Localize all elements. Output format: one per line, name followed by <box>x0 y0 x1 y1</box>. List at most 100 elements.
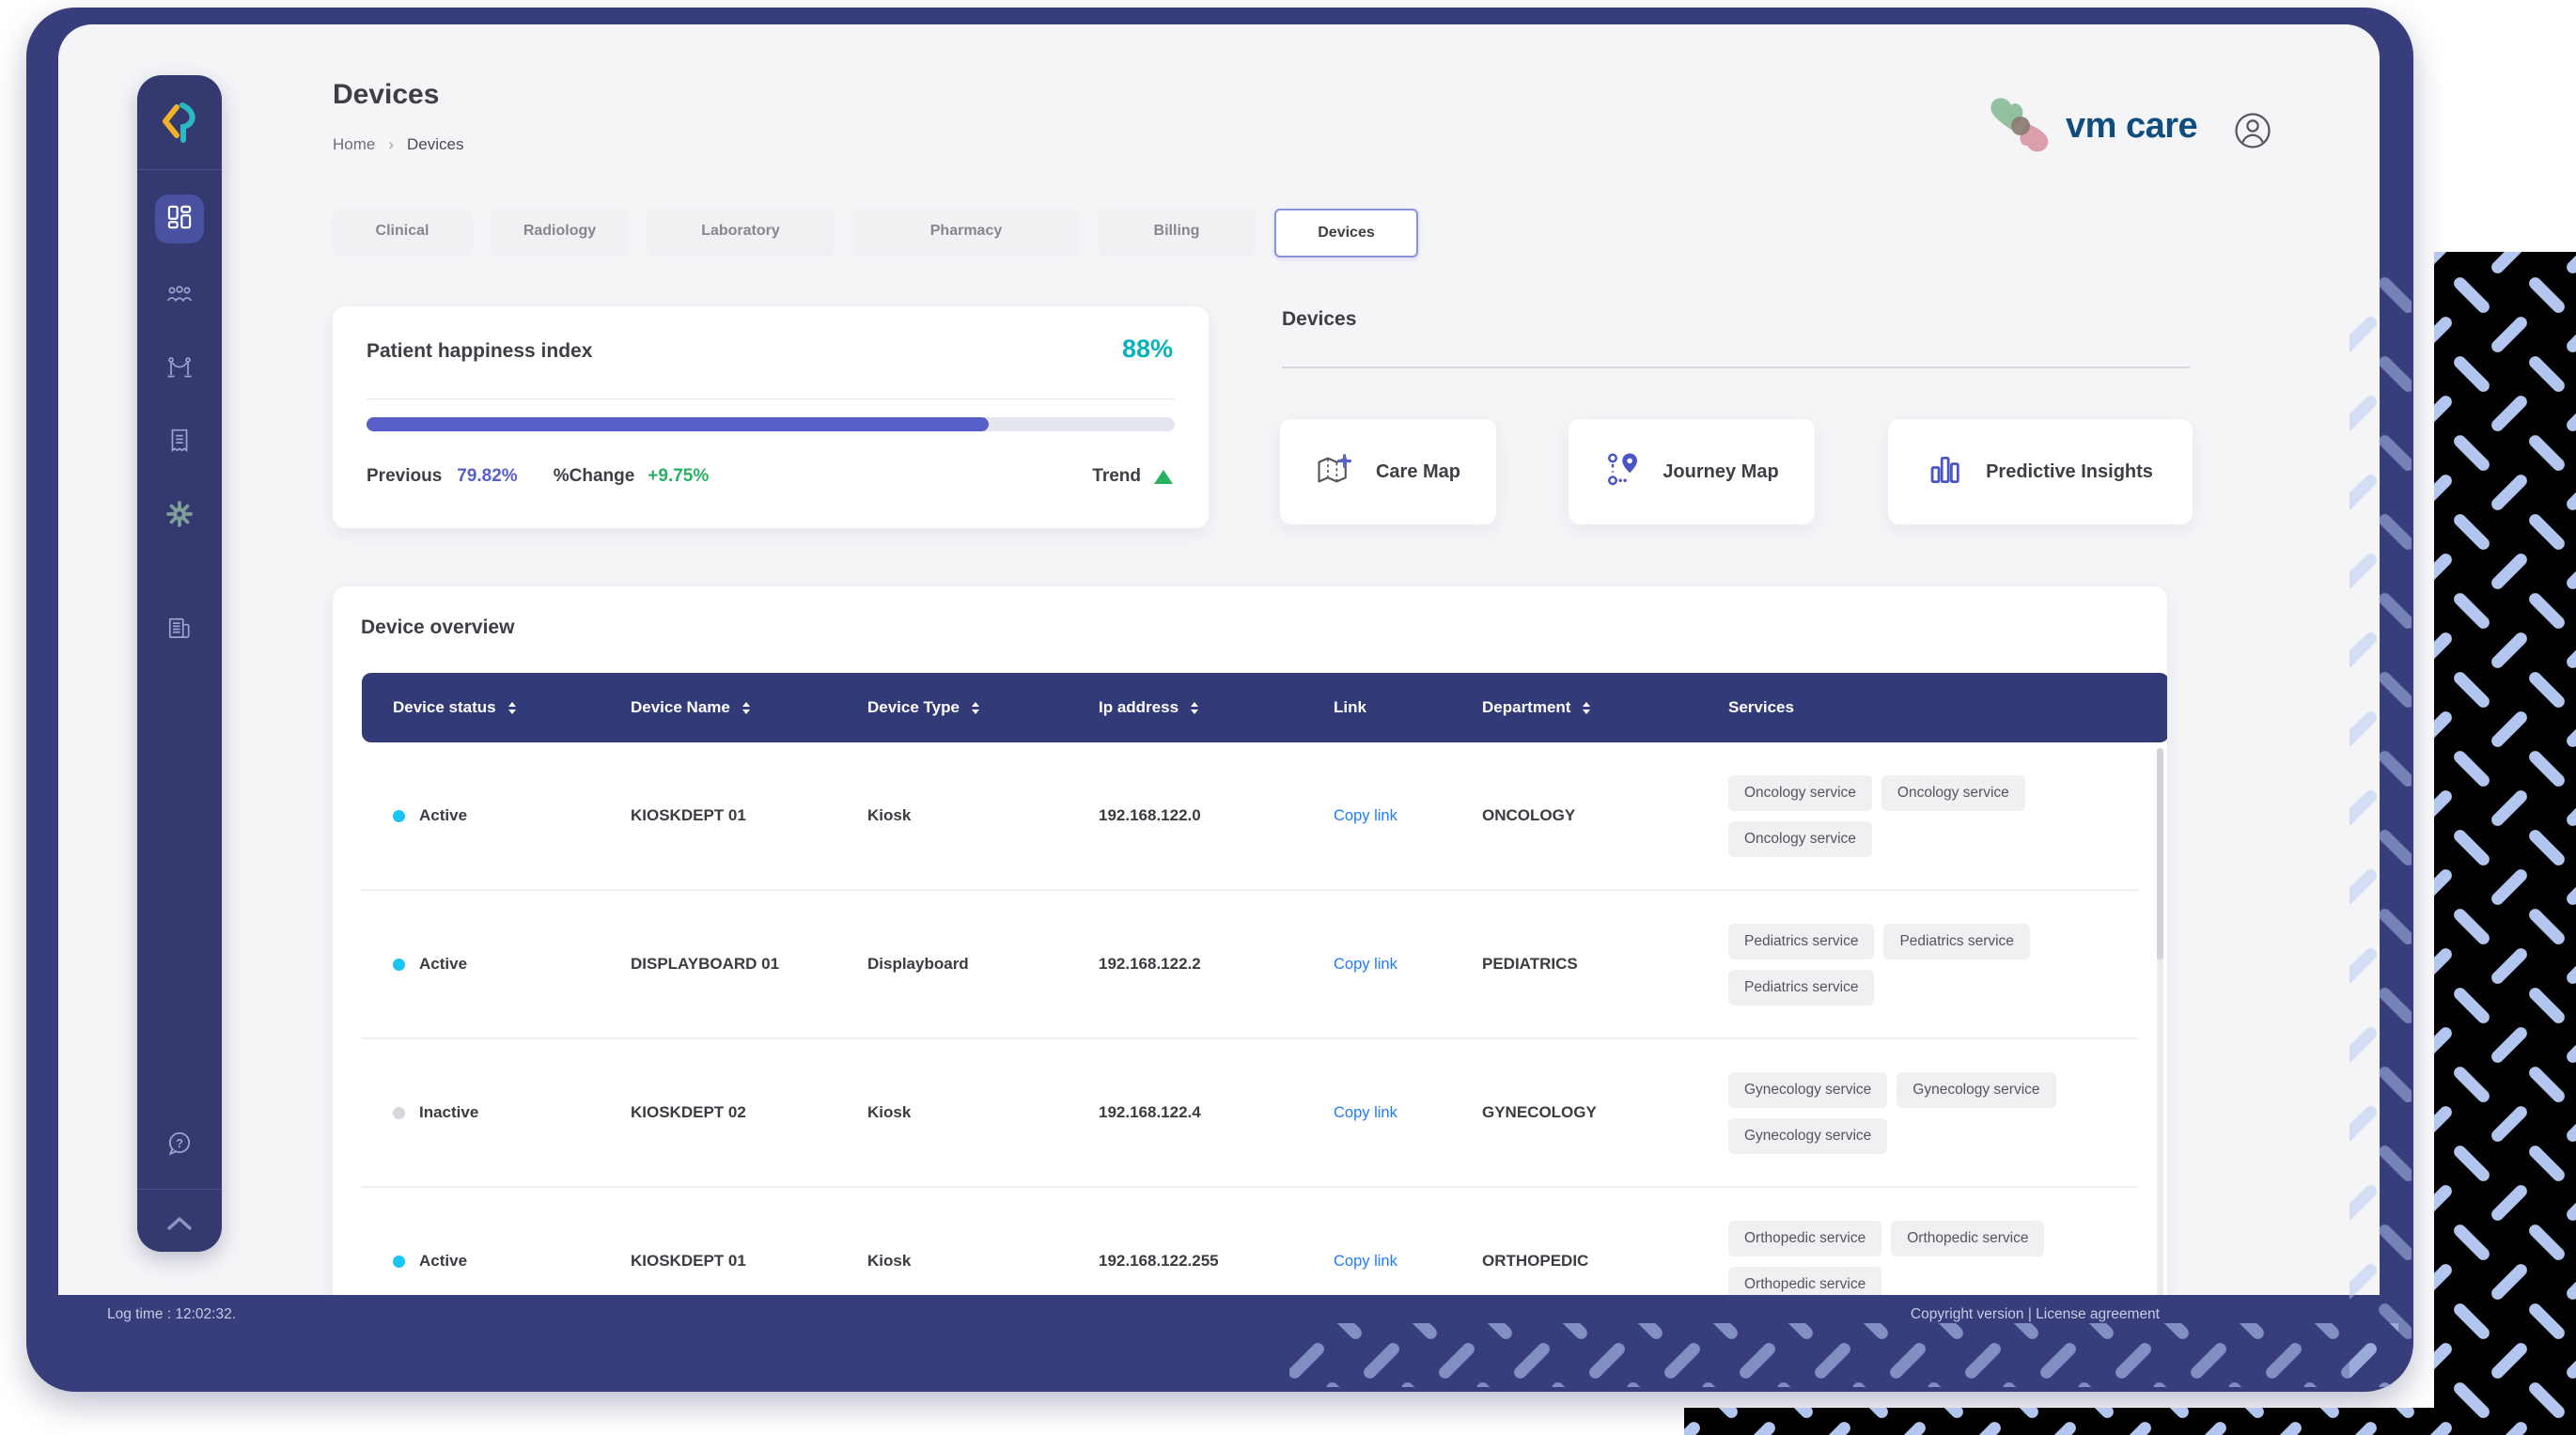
scrollbar-thumb[interactable] <box>2157 748 2163 959</box>
sort-icon <box>972 702 979 714</box>
receipt-icon <box>167 428 192 459</box>
ip-address: 192.168.122.255 <box>1099 1252 1334 1271</box>
department: GYNECOLOGY <box>1482 1103 1708 1122</box>
column-device-status[interactable]: Device status <box>393 698 631 717</box>
module-tabs: Clinical Radiology Laboratory Pharmacy B… <box>333 209 1418 257</box>
sidebar-item-help[interactable]: ? <box>137 1115 222 1176</box>
breadcrumb-home-link[interactable]: Home <box>333 135 375 154</box>
table-body: Active KIOSKDEPT 01 Kiosk 192.168.122.0 … <box>362 742 2138 1295</box>
department: PEDIATRICS <box>1482 955 1708 974</box>
logo-yellow-chevron <box>165 107 177 135</box>
services-chips: Pediatrics service Pediatrics service Pe… <box>1708 911 2097 1019</box>
copy-link-button[interactable]: Copy link <box>1334 807 1482 825</box>
care-map-icon <box>1316 453 1353 491</box>
table-scrollbar[interactable] <box>2157 748 2163 1295</box>
table-row: Active KIOSKDEPT 01 Kiosk 192.168.122.25… <box>362 1188 2138 1295</box>
table-row: Inactive KIOSKDEPT 02 Kiosk 192.168.122.… <box>362 1039 2138 1188</box>
footer-log-time: Log time : 12:02:32. <box>107 1306 236 1323</box>
service-chip: Oncology service <box>1728 775 1872 811</box>
care-map-label: Care Map <box>1376 461 1460 483</box>
status-dot <box>393 1256 405 1268</box>
journey-map-icon <box>1604 451 1640 493</box>
service-chip: Orthopedic service <box>1891 1221 2044 1256</box>
happiness-progress-track <box>367 417 1175 431</box>
footer-legal[interactable]: Copyright version | License agreement <box>1911 1306 2160 1323</box>
status-label: Active <box>419 1252 467 1271</box>
sidebar-divider <box>137 1189 222 1190</box>
settings-gear-icon <box>165 500 194 533</box>
user-avatar-icon[interactable] <box>2233 111 2272 155</box>
breadcrumb-current: Devices <box>407 135 463 154</box>
sidebar-item-receipt[interactable] <box>137 413 222 473</box>
sidebar-item-news[interactable] <box>137 601 222 661</box>
device-overview-card: Device overview Device status Device Nam… <box>333 586 2167 1295</box>
card-divider <box>367 398 1175 399</box>
sidebar: ? <box>137 75 222 1252</box>
journey-map-card[interactable]: Journey Map <box>1569 419 1815 524</box>
sidebar-item-people[interactable] <box>137 266 222 326</box>
trend-indicator: Trend <box>1092 466 1173 487</box>
ip-address: 192.168.122.0 <box>1099 806 1334 825</box>
table-row: Active KIOSKDEPT 01 Kiosk 192.168.122.0 … <box>362 742 2138 891</box>
sidebar-collapse-button[interactable] <box>137 1199 222 1252</box>
predictive-insights-card[interactable]: Predictive Insights <box>1888 419 2193 524</box>
device-type: Kiosk <box>867 1103 1099 1122</box>
happiness-title: Patient happiness index <box>367 340 592 363</box>
column-department[interactable]: Department <box>1482 698 1708 717</box>
sidebar-item-dashboard[interactable] <box>155 195 204 243</box>
copy-link-button[interactable]: Copy link <box>1334 1253 1482 1271</box>
tab-laboratory[interactable]: Laboratory <box>648 209 834 254</box>
tab-billing[interactable]: Billing <box>1099 209 1255 254</box>
tab-pharmacy[interactable]: Pharmacy <box>853 209 1079 254</box>
services-chips: Gynecology service Gynecology service Gy… <box>1708 1059 2097 1167</box>
tab-radiology[interactable]: Radiology <box>492 209 628 254</box>
device-name: DISPLAYBOARD 01 <box>631 955 867 974</box>
ip-address: 192.168.122.2 <box>1099 955 1334 974</box>
sidebar-item-settings[interactable] <box>137 486 222 546</box>
service-chip: Oncology service <box>1728 821 1872 857</box>
app-logo <box>137 75 222 170</box>
service-chip: Orthopedic service <box>1728 1267 1881 1296</box>
sort-icon <box>1191 702 1198 714</box>
trend-up-icon <box>1154 470 1173 484</box>
brand-logo: vm care <box>1987 92 2197 160</box>
care-map-card[interactable]: Care Map <box>1280 419 1496 524</box>
status-dot <box>393 810 405 822</box>
device-type: Kiosk <box>867 1252 1099 1271</box>
device-type: Displayboard <box>867 955 1099 974</box>
help-icon: ? <box>165 1130 194 1162</box>
devices-section-title: Devices <box>1282 308 1356 331</box>
app-window-frame: ? Devices Home › Devices <box>26 8 2413 1392</box>
sidebar-item-queue[interactable] <box>137 339 222 399</box>
column-ip-address[interactable]: Ip address <box>1099 698 1334 717</box>
services-chips: Orthopedic service Orthopedic service Or… <box>1708 1208 2097 1296</box>
brand-wordmark: vm care <box>2066 106 2197 147</box>
collapse-chevron-up-icon <box>165 1215 194 1237</box>
change-value: +9.75% <box>648 466 709 487</box>
tab-clinical[interactable]: Clinical <box>333 209 472 254</box>
news-icon <box>166 616 193 646</box>
trend-label: Trend <box>1092 466 1141 487</box>
service-chip: Gynecology service <box>1897 1072 2055 1108</box>
main-content-area: ? Devices Home › Devices <box>58 24 2380 1295</box>
device-overview-title: Device overview <box>361 616 514 639</box>
happiness-progress-fill <box>367 417 989 431</box>
status-label: Active <box>419 955 467 974</box>
copy-link-button[interactable]: Copy link <box>1334 1104 1482 1122</box>
column-device-type[interactable]: Device Type <box>867 698 1099 717</box>
svg-text:?: ? <box>176 1135 183 1149</box>
service-chip: Pediatrics service <box>1883 924 2029 959</box>
happiness-stats: Previous 79.82% %Change +9.75% <box>367 466 709 487</box>
status-label: Inactive <box>419 1103 478 1122</box>
column-device-name[interactable]: Device Name <box>631 698 867 717</box>
service-chip: Gynecology service <box>1728 1072 1887 1108</box>
service-chip: Orthopedic service <box>1728 1221 1881 1256</box>
table-row: Active DISPLAYBOARD 01 Displayboard 192.… <box>362 891 2138 1039</box>
service-chip: Pediatrics service <box>1728 970 1874 1006</box>
department: ONCOLOGY <box>1482 806 1708 825</box>
device-type: Kiosk <box>867 806 1099 825</box>
breadcrumb: Home › Devices <box>333 135 464 154</box>
copy-link-button[interactable]: Copy link <box>1334 956 1482 974</box>
services-chips: Oncology service Oncology service Oncolo… <box>1708 762 2097 870</box>
tab-devices[interactable]: Devices <box>1274 209 1418 257</box>
